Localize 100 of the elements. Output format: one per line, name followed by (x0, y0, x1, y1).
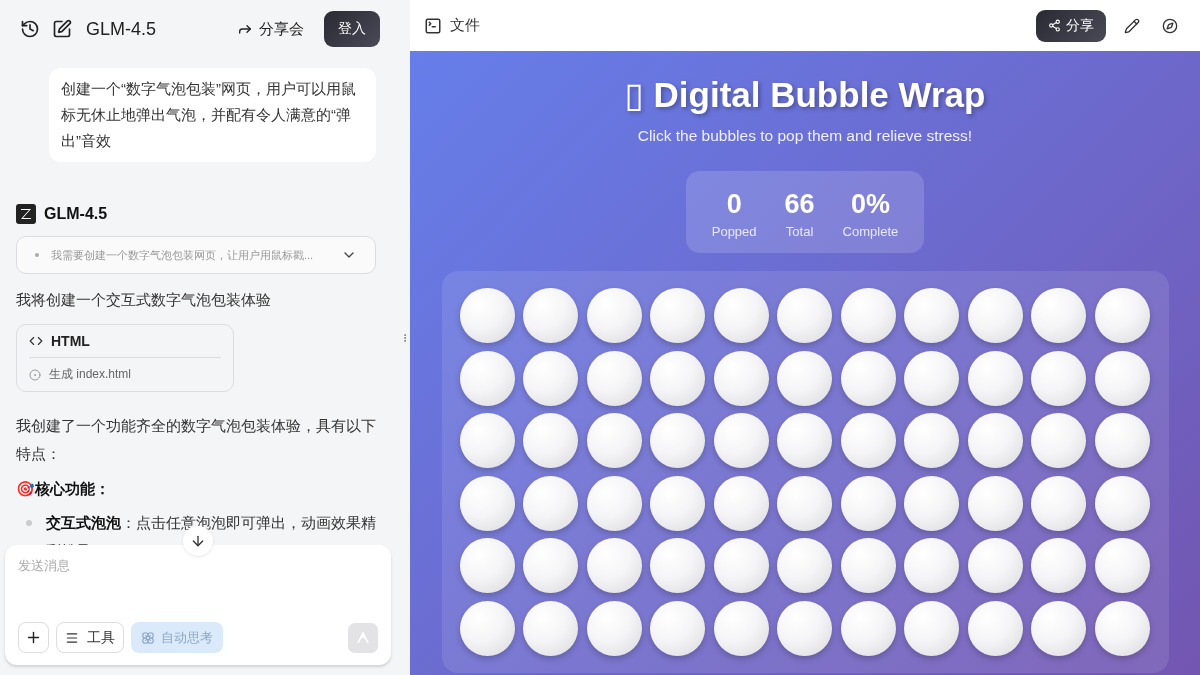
stat-value: 66 (784, 189, 815, 220)
bubble[interactable] (713, 600, 769, 656)
bubble[interactable] (459, 350, 515, 406)
bubble[interactable] (904, 288, 959, 343)
artifact-type: HTML (51, 333, 90, 349)
bubble[interactable] (586, 413, 642, 468)
terminal-icon (424, 16, 442, 35)
user-message: 创建一个“数字气泡包装”网页，用户可以用鼠标无休止地弹出气泡，并配有令人满意的“弹出”音效 (49, 68, 376, 162)
page-title: ▯ Digital Bubble Wrap (624, 75, 986, 115)
tools-button[interactable]: 工具 (56, 622, 124, 653)
bubble[interactable] (650, 538, 705, 593)
files-tab[interactable]: 文件 (450, 16, 480, 35)
bubble[interactable] (713, 538, 769, 593)
bubble[interactable] (777, 600, 832, 656)
menu-icon (65, 630, 79, 645)
bubble[interactable] (840, 600, 896, 656)
bubble[interactable] (904, 350, 959, 406)
bubble[interactable] (967, 538, 1023, 593)
artifact-step: 生成 index.html (49, 366, 132, 383)
bubble[interactable] (713, 350, 769, 406)
share-button[interactable]: 分享 (1036, 9, 1106, 42)
bubble[interactable] (1094, 350, 1150, 406)
bubble[interactable] (650, 475, 705, 531)
flower-icon (141, 630, 155, 645)
bubble[interactable] (1094, 538, 1150, 593)
new-chat-icon[interactable] (52, 19, 72, 39)
bubble[interactable] (967, 475, 1023, 531)
bubble[interactable] (459, 288, 515, 343)
login-button[interactable]: 登入 (324, 11, 380, 47)
logo-icon (16, 204, 36, 224)
share-icon (1048, 19, 1061, 32)
bubble[interactable] (840, 413, 896, 468)
model-name: GLM-4.5 (44, 205, 108, 223)
summary-text: 我创建了一个功能齐全的数字气泡包装体验，具有以下特点： (16, 416, 376, 464)
bubble[interactable] (777, 538, 832, 593)
bubble[interactable] (904, 538, 959, 593)
bubble[interactable] (777, 413, 832, 468)
bubble[interactable] (904, 475, 959, 531)
plus-icon (25, 629, 42, 646)
stat-label: Total (785, 224, 814, 239)
bubble[interactable] (1094, 475, 1150, 531)
bubble[interactable] (523, 475, 578, 531)
bubble[interactable] (650, 350, 705, 406)
bubble[interactable] (586, 475, 642, 531)
bubble[interactable] (459, 413, 515, 468)
bubble[interactable] (840, 288, 896, 343)
bubble[interactable] (459, 600, 515, 656)
bubble[interactable] (586, 350, 642, 406)
stat-value: 0% (850, 189, 890, 220)
bubble[interactable] (523, 288, 578, 343)
bubble[interactable] (1031, 288, 1086, 343)
stat-label: Popped (711, 224, 757, 239)
bubble[interactable] (1031, 475, 1086, 531)
artifact-card[interactable]: HTML 生成 index.html (16, 324, 234, 392)
bubble[interactable] (523, 600, 578, 656)
bubble[interactable] (713, 288, 769, 343)
intro-text: 我将创建一个交互式数字气泡包装体验 (16, 290, 272, 310)
bubble[interactable] (1031, 600, 1086, 656)
bubble[interactable] (586, 600, 642, 656)
bubble[interactable] (777, 475, 832, 531)
bubble[interactable] (904, 600, 959, 656)
bubble[interactable] (650, 413, 705, 468)
bubble[interactable] (523, 538, 578, 593)
step-icon (29, 368, 41, 381)
bubble[interactable] (840, 538, 896, 593)
bubble[interactable] (904, 413, 959, 468)
bubble[interactable] (967, 600, 1023, 656)
bubble[interactable] (1031, 413, 1086, 468)
stat-label: Complete (842, 224, 899, 239)
bubble[interactable] (1031, 350, 1086, 406)
share-button[interactable]: 分享会 (237, 19, 304, 39)
app-title: GLM-4.5 (86, 18, 157, 40)
bubble[interactable] (1094, 288, 1150, 343)
bubble[interactable] (967, 350, 1023, 406)
bubble[interactable] (1031, 538, 1086, 593)
bubble[interactable] (967, 288, 1023, 343)
bubble[interactable] (713, 413, 769, 468)
bubble[interactable] (523, 413, 578, 468)
bubble[interactable] (650, 288, 705, 343)
bubble[interactable] (586, 288, 642, 343)
bubble[interactable] (840, 475, 896, 531)
bubble[interactable] (1094, 413, 1150, 468)
bubble[interactable] (840, 350, 896, 406)
add-button[interactable] (18, 622, 49, 653)
bubble[interactable] (586, 538, 642, 593)
code-icon (29, 334, 43, 348)
bubble[interactable] (713, 475, 769, 531)
history-icon[interactable] (20, 19, 40, 39)
page-subtitle: Click the bubbles to pop them and relieve stress! (637, 127, 973, 145)
bubble[interactable] (459, 538, 515, 593)
bubble[interactable] (1094, 600, 1150, 656)
bubble[interactable] (459, 475, 515, 531)
bubble[interactable] (777, 350, 832, 406)
section-heading: 🎯核心功能： (16, 480, 111, 499)
bubble[interactable] (650, 600, 705, 656)
send-icon (357, 631, 369, 644)
bubble[interactable] (777, 288, 832, 343)
bubble[interactable] (523, 350, 578, 406)
bubble[interactable] (967, 413, 1023, 468)
stat-value: 0 (726, 189, 742, 220)
